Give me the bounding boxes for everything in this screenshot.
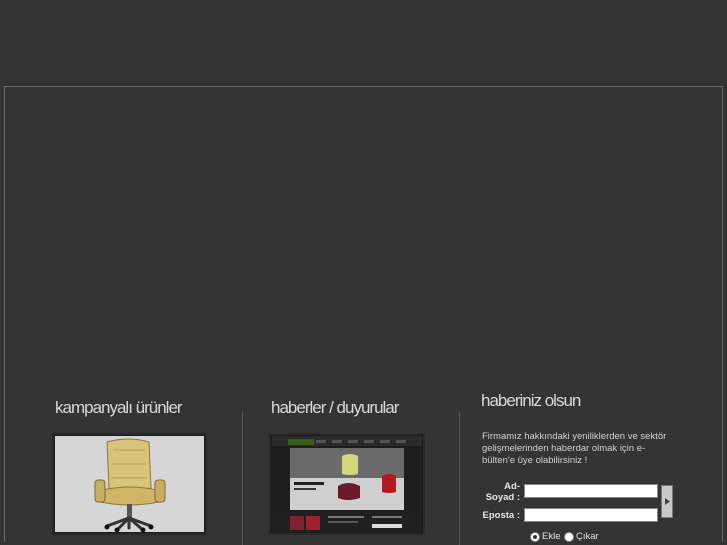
name-label-line1: Ad- — [504, 481, 520, 492]
top-header-area — [0, 0, 727, 86]
subscribe-submit-button[interactable] — [661, 485, 673, 518]
name-label: Ad- Soyad : — [478, 481, 520, 503]
news-preview-image[interactable] — [271, 435, 423, 533]
column-divider — [459, 412, 460, 545]
column-divider — [242, 412, 243, 545]
radio-add-option[interactable]: Ekle — [530, 531, 560, 542]
email-label: Eposta : — [482, 510, 520, 521]
campaign-title: kampanyalı ürünler — [55, 398, 183, 417]
news-section: haberler / duyurular — [271, 398, 399, 418]
radio-remove-label: Çıkar — [576, 531, 599, 542]
name-label-line2: Soyad : — [485, 492, 520, 503]
email-input[interactable] — [524, 508, 658, 522]
radio-remove-input[interactable] — [564, 531, 574, 542]
campaign-product-image[interactable] — [54, 435, 205, 533]
radio-remove-option[interactable]: Çıkar — [564, 531, 599, 542]
newsletter-title: haberiniz olsun — [481, 391, 581, 410]
website-preview-image — [272, 436, 422, 532]
campaign-section: kampanyalı ürünler — [55, 398, 183, 418]
radio-add-label: Ekle — [542, 531, 561, 542]
arrow-right-icon — [664, 498, 670, 505]
news-title: haberler / duyurular — [271, 398, 399, 417]
radio-add-input[interactable] — [530, 531, 540, 542]
newsletter-description: Firmamız hakkındaki yeniliklerden ve sek… — [482, 431, 667, 466]
newsletter-section: haberiniz olsun — [481, 391, 581, 411]
office-chair-image — [55, 436, 204, 532]
name-input[interactable] — [524, 484, 658, 498]
